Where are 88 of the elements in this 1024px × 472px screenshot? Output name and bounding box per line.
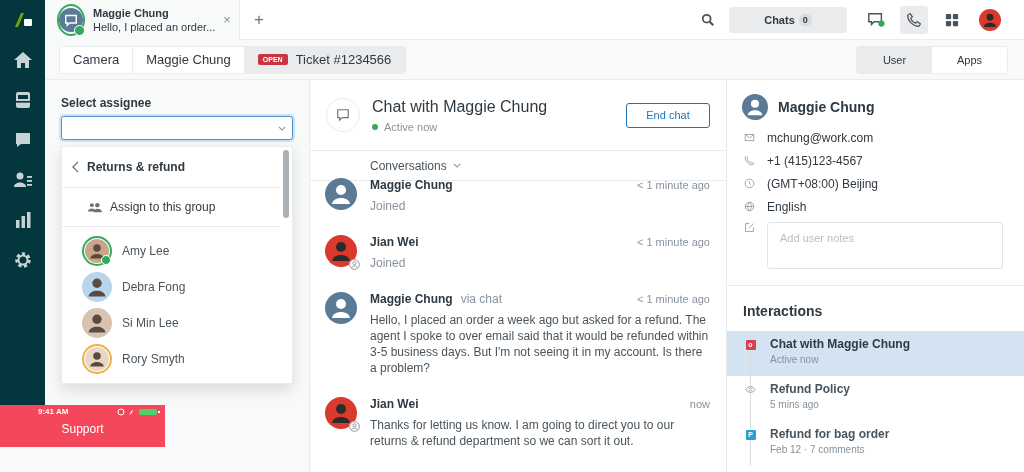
assignee-option[interactable]: Rory Smyth	[62, 341, 292, 377]
timestamp: < 1 minute ago	[636, 293, 710, 305]
interaction-meta: 5 mins ago	[770, 399, 820, 410]
author-name: Maggie Chung	[370, 178, 453, 192]
chats-button[interactable]: Chats 0	[729, 6, 847, 33]
avatar-icon	[325, 178, 357, 210]
chat-status: Active now	[384, 120, 438, 133]
author-name: Maggie Chung	[370, 292, 453, 306]
app-title: Support	[61, 422, 104, 436]
chevron-down-icon	[278, 125, 286, 131]
assignee-option[interactable]: Si Min Lee	[62, 305, 292, 341]
interaction-title: Refund Policy	[770, 382, 850, 396]
user-detail: mchung@work.com	[767, 130, 874, 145]
assignee-name: Rory Smyth	[122, 352, 185, 366]
user-name: Maggie Chung	[778, 99, 875, 115]
email-icon	[744, 132, 755, 143]
phone-icon[interactable]	[906, 11, 922, 28]
timestamp: < 1 minute ago	[636, 236, 710, 248]
message-text: Hello, I placed an order a week ago but asked for a refund. The agent I spoke to over email said that it would be refunded within 3-5 business days. But I'm not seeing it in my account. Is there a problem?	[370, 312, 710, 376]
agent-badge-icon	[349, 259, 360, 270]
notes-field[interactable]: Add user notes	[767, 222, 1003, 269]
user-detail: +1 (415)123-4567	[767, 153, 863, 168]
status-time: 9:41 AM	[38, 407, 69, 416]
agent-badge-icon	[349, 421, 360, 432]
avatar-icon	[82, 308, 112, 338]
avatar-icon	[82, 272, 112, 302]
message-text: Thanks for letting us know. I am going to direct you to our returns & refund department so we can sort it out.	[370, 417, 676, 449]
end-chat-button[interactable]: End chat	[626, 102, 710, 128]
search-icon[interactable]	[701, 12, 715, 27]
chat-bubble-icon	[336, 108, 350, 122]
settings-icon[interactable]	[12, 250, 33, 270]
edit-note-icon	[744, 222, 755, 233]
interaction-title: Chat with Maggie Chung	[770, 337, 910, 351]
tab-preview: Hello, I placed an order...	[93, 19, 216, 34]
avatar-icon	[325, 292, 357, 324]
field-label: Select assignee	[61, 96, 153, 110]
menu-item-label: Assign to this group	[110, 200, 216, 214]
add-tab-button[interactable]: +	[254, 9, 264, 30]
event-text: Joined	[370, 198, 407, 214]
assignee-dropdown[interactable]	[61, 116, 293, 140]
panel-tab[interactable]: User	[857, 46, 932, 73]
status-icons-drawing	[117, 407, 161, 416]
timestamp: now	[689, 398, 710, 410]
chat-title: Chat with Maggie Chung	[372, 97, 549, 116]
interaction-meta: Active now	[770, 354, 820, 365]
contacts-icon[interactable]	[12, 170, 33, 190]
interaction-meta: Feb 12 · 7 comments	[770, 444, 866, 455]
assignee-option[interactable]: Amy Lee	[62, 233, 292, 269]
breadcrumb-tab[interactable]: Camera	[60, 46, 134, 73]
interaction-title: Refund for bag order	[770, 427, 890, 441]
back-menu-item[interactable]: Returns & refund	[62, 147, 280, 188]
chat-avatar-icon	[59, 7, 83, 32]
tab-title: Maggie Chung	[93, 5, 170, 20]
event-text: Joined	[370, 255, 407, 271]
phone-icon	[744, 155, 755, 166]
assignee-name: Si Min Lee	[122, 316, 179, 330]
user-avatar-icon[interactable]	[979, 8, 1001, 31]
author-name: Jian Wei	[370, 397, 419, 411]
chat-status-icon[interactable]	[867, 10, 885, 29]
assign-group-item[interactable]: Assign to this group	[62, 188, 280, 227]
conversation-tab[interactable]: Maggie Chung Hello, I placed an order... ×	[45, 0, 240, 40]
chevron-left-icon	[72, 161, 79, 173]
scrollbar-thumb[interactable]	[283, 150, 289, 218]
channel-label: via chat	[460, 292, 503, 306]
group-name: Returns & refund	[87, 160, 185, 174]
count-badge: 0	[798, 13, 812, 26]
globe-icon	[744, 201, 755, 212]
user-detail: (GMT+08:00) Beijing	[767, 176, 879, 191]
avatar-icon	[325, 397, 357, 429]
avatar-icon	[742, 94, 768, 120]
avatar-icon	[325, 235, 357, 267]
timestamp: < 1 minute ago	[636, 179, 710, 191]
assignee-name: Debra Fong	[122, 280, 186, 294]
logo-icon[interactable]	[12, 10, 33, 30]
group-icon	[88, 201, 102, 213]
section-title: Interactions	[742, 302, 824, 321]
chevron-down-icon	[452, 163, 461, 168]
assignee-option[interactable]: Debra Fong	[62, 269, 292, 305]
author-name: Jian Wei	[370, 235, 419, 249]
assignee-name: Amy Lee	[122, 244, 170, 258]
conversations-dropdown[interactable]: Conversations	[370, 158, 461, 173]
eye-icon	[745, 385, 756, 394]
home-icon[interactable]	[12, 50, 33, 70]
user-detail: English	[767, 199, 807, 214]
clock-icon	[744, 178, 755, 189]
interaction-item[interactable]: Refund Policy 5 mins ago	[727, 376, 1024, 421]
apps-icon[interactable]	[945, 12, 959, 27]
status-dot	[372, 123, 378, 130]
